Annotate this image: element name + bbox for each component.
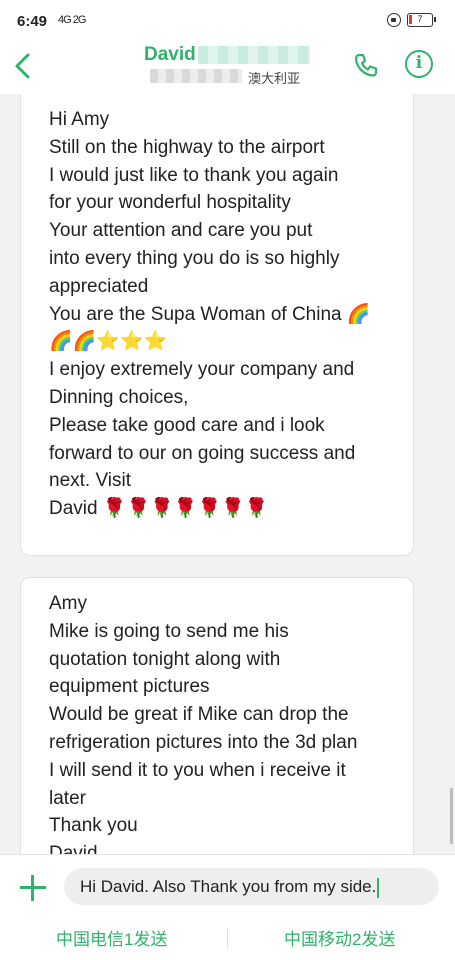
battery-icon: 7 [407,13,436,27]
redacted-number [150,69,242,83]
add-icon[interactable] [18,873,48,903]
message-line: 🌈🌈⭐⭐⭐ [49,331,168,353]
message-list[interactable]: Hi Amy Still on the highway to the airpo… [0,94,455,854]
back-arrow-icon[interactable] [12,51,36,81]
info-icon[interactable]: i [405,50,433,78]
message-input-text: Hi David. Also Thank you from my side. [80,877,377,896]
message-line: David 🌹🌹🌹🌹🌹🌹🌹 [49,498,269,520]
lock-icon [387,13,401,27]
message-line: Dinning choices, [49,386,189,408]
message-line: I will send it to you when i receive it [49,759,346,781]
send-sim2-button[interactable]: 中国移动2发送 [284,925,395,950]
phone-icon[interactable] [353,52,379,78]
message-line: forward to our on going success and [49,442,356,464]
message-line: Please take good care and i look [49,414,325,436]
message-line: Mike is going to send me his [49,620,289,642]
send-row: 中国电信1发送 中国移动2发送 [0,921,455,955]
message-line: equipment pictures [49,676,210,698]
signal-icon: 4G 2G [58,14,86,26]
redacted-name [198,46,310,64]
message-line: Thank you [49,815,138,837]
status-icons: 7 [387,13,436,27]
message-line: Amy [49,593,87,614]
message-line: Still on the highway to the airport [49,136,325,158]
message-bubble[interactable]: Amy Mike is going to send me his quotati… [20,577,414,854]
message-line: refrigeration pictures into the 3d plan [49,731,358,753]
message-line: Your attention and care you put [49,220,313,242]
message-line: quotation tonight along with [49,648,281,670]
message-input[interactable]: Hi David. Also Thank you from my side. [64,868,439,905]
text-caret [377,877,379,898]
message-line: next. Visit [49,470,132,492]
send-sim1-button[interactable]: 中国电信1发送 [56,925,167,950]
status-bar: 6:49 4G 2G 7 [0,0,455,44]
message-line: You are the Supa Woman of China 🌈 [49,303,371,325]
message-line: into every thing you do is so highly [49,247,340,269]
message-line: Hi Amy [49,109,110,130]
message-bubble[interactable]: Hi Amy Still on the highway to the airpo… [20,94,414,556]
status-time: 6:49 [17,13,48,30]
message-line: for your wonderful hospitality [49,192,291,214]
message-line: David [49,843,98,854]
contact-name: David [144,44,196,65]
send-divider [227,929,228,947]
message-line: appreciated [49,275,149,297]
contact-location: 澳大利亚 [248,71,301,86]
scrollbar[interactable] [450,788,453,844]
conversation-header: David 澳大利亚 i [0,44,455,94]
message-line: I enjoy extremely your company and [49,359,355,381]
composer: Hi David. Also Thank you from my side. 中… [0,854,455,960]
message-line: I would just like to thank you again [49,164,339,186]
message-line: Would be great if Mike can drop the [49,704,349,726]
message-line: later [49,787,86,809]
